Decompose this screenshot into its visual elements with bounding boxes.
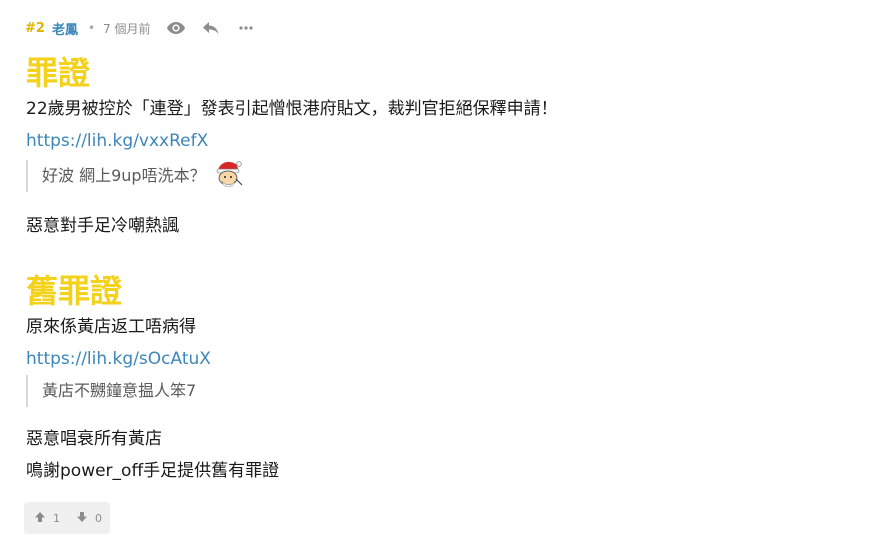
content-link[interactable]: https://lih.kg/sOcAtuX: [26, 348, 211, 370]
post-meta: #2 老鳳 • 7 個月前: [25, 17, 258, 39]
more-icon[interactable]: [234, 17, 258, 39]
author-name[interactable]: 老鳳: [52, 19, 78, 38]
eye-icon[interactable]: [164, 17, 188, 39]
content-line: 原來係黃店返工唔病得: [26, 317, 196, 337]
thumbs-up-icon: [34, 511, 46, 526]
reply-icon[interactable]: [199, 17, 223, 39]
downvote-button[interactable]: 0: [76, 511, 102, 526]
content-line: 鳴謝power_off手足提供舊有罪證: [26, 461, 280, 481]
content-line: 22歲男被控於「連登」發表引起憎恨港府貼文，裁判官拒絕保釋申請！: [26, 99, 558, 119]
quote-block: 黃店不嬲鐘意揾人笨7: [26, 375, 196, 407]
upvote-count: 1: [53, 511, 60, 525]
meta-separator: •: [87, 21, 96, 35]
heading-old-evidence: 舊罪證: [26, 272, 123, 310]
thumbs-down-icon: [76, 511, 88, 526]
santa-face-emoji: [214, 159, 244, 193]
quote-text: 黃店不嬲鐘意揾人笨7: [42, 381, 197, 400]
content-line: 惡意唱衰所有黃店: [26, 429, 162, 449]
content-line: 惡意對手足冷嘲熱諷: [26, 216, 179, 236]
content-link[interactable]: https://lih.kg/vxxRefX: [26, 130, 208, 152]
post-time: 7 個月前: [103, 21, 151, 36]
post-item: #2 老鳳 • 7 個月前 罪證 22歲男被控於「連登」發表引起憎恨港府貼文，裁…: [0, 0, 896, 551]
upvote-button[interactable]: 1: [34, 511, 60, 526]
heading-evidence: 罪證: [26, 54, 91, 92]
quote-text: 好波 網上9up唔洗本？: [42, 166, 206, 185]
quote-block: 好波 網上9up唔洗本？: [26, 160, 244, 192]
floor-number: #2: [25, 20, 45, 36]
vote-box: 1 0: [24, 502, 110, 534]
downvote-count: 0: [95, 511, 102, 525]
